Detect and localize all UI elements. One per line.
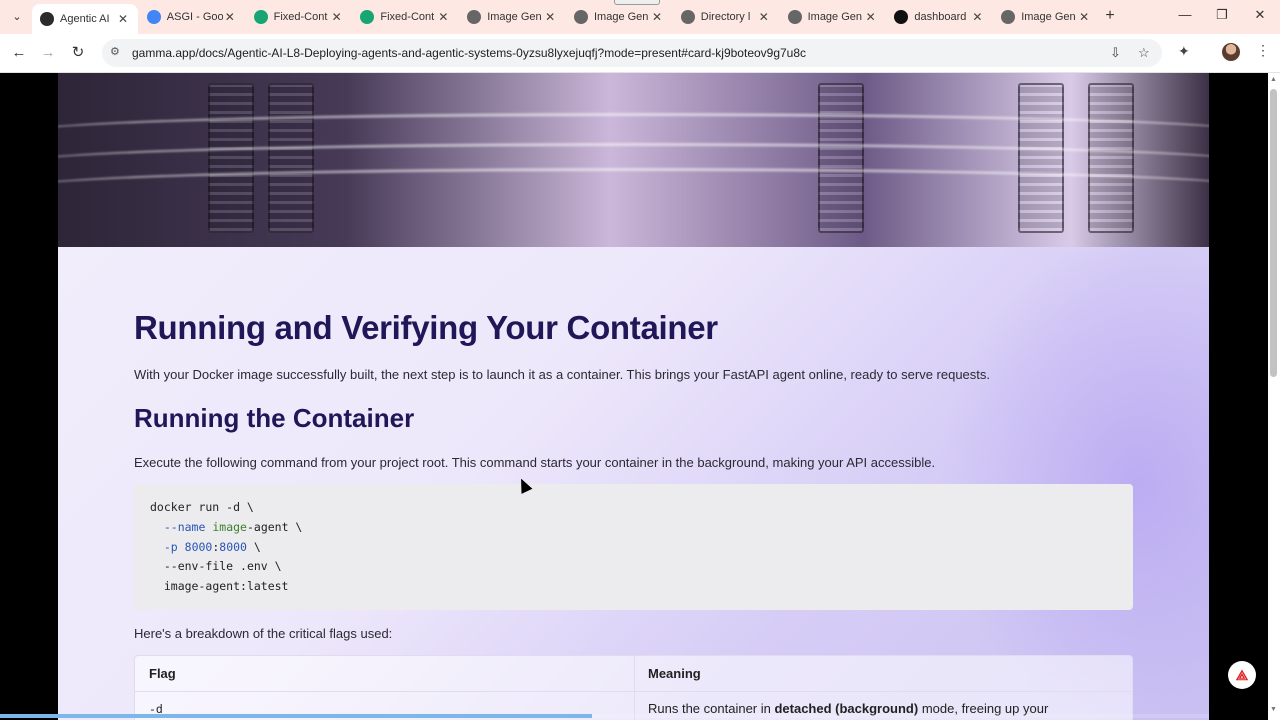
- extensions-puzzle-icon[interactable]: ✦: [1178, 43, 1190, 60]
- code-string: image: [212, 519, 247, 534]
- tab-close-icon[interactable]: ✕: [543, 10, 557, 24]
- table-header-flag: Flag: [149, 666, 176, 681]
- tab-close-icon[interactable]: ✕: [436, 10, 450, 24]
- code-line: docker run -d \: [150, 500, 1117, 520]
- browser-tab[interactable]: Fixed-Cont ✕: [246, 4, 352, 30]
- presentation-progress-bar: [0, 714, 1209, 718]
- forward-arrow-icon[interactable]: →: [38, 43, 58, 63]
- app-icon: [360, 10, 375, 24]
- page-title: Running and Verifying Your Container: [134, 309, 718, 346]
- address-bar[interactable]: ⚙ gamma.app/docs/Agentic-AI-L8-Deploying…: [102, 39, 1162, 67]
- code-line: --env-file .env \: [150, 559, 1117, 579]
- reload-icon[interactable]: ↻: [68, 43, 88, 63]
- browser-tab[interactable]: Image Gen ✕: [780, 4, 886, 30]
- browser-tab[interactable]: ASGI - Goo ✕: [139, 4, 245, 30]
- profile-avatar[interactable]: [1222, 43, 1240, 61]
- light-streak: [58, 168, 1209, 208]
- table-header-meaning: Meaning: [648, 666, 701, 681]
- flags-table: Flag Meaning -d Runs the container in de…: [134, 655, 1133, 720]
- tab-title: ASGI - Goo: [166, 11, 223, 23]
- background-glow: [938, 233, 1209, 720]
- pdf-export-icon[interactable]: ⟁: [1228, 661, 1256, 689]
- bookmark-star-icon[interactable]: ☆: [1138, 45, 1150, 61]
- browser-tab[interactable]: Image Gen ✕: [459, 4, 565, 30]
- globe-icon: [467, 10, 482, 24]
- code-number: 8000: [184, 539, 213, 554]
- code-text: docker run -d \: [150, 500, 254, 514]
- code-text: \: [246, 539, 261, 554]
- site-info-icon[interactable]: ⚙: [110, 45, 120, 58]
- code-line: image-agent:latest: [150, 579, 1117, 599]
- tab-title: Directory l: [700, 11, 751, 23]
- globe-icon: [680, 10, 695, 24]
- code-flag: --name: [163, 519, 206, 534]
- tab-title: Image Gen: [1021, 11, 1076, 23]
- tab-search-chevron-icon[interactable]: ⌄: [6, 7, 28, 27]
- tab-close-icon[interactable]: ✕: [116, 12, 130, 26]
- intro-paragraph: With your Docker image successfully buil…: [134, 367, 991, 382]
- tab-title: Fixed-Cont: [273, 11, 328, 23]
- install-app-icon[interactable]: ⇩: [1110, 45, 1121, 61]
- tab-close-icon[interactable]: ✕: [757, 10, 771, 24]
- code-text: image-agent:latest: [163, 579, 289, 594]
- tab-title: Image Gen: [807, 11, 863, 23]
- scrollbar-thumb[interactable]: [1270, 89, 1277, 377]
- globe-icon: [1001, 10, 1016, 24]
- browser-toolbar: ← → ↻ ⚙ gamma.app/docs/Agentic-AI-L8-Dep…: [0, 34, 1280, 73]
- browser-menu-icon[interactable]: ⋮: [1256, 42, 1270, 59]
- tab-title: dashboard: [914, 11, 967, 23]
- browser-tab[interactable]: Agentic AI ✕: [32, 4, 138, 34]
- code-line: --name image-agent \: [150, 520, 1117, 540]
- tab-close-icon[interactable]: ✕: [223, 10, 237, 24]
- drag-handle: [614, 0, 660, 5]
- tab-title: Agentic AI: [60, 13, 110, 25]
- code-line: -p 8000:8000 \: [150, 540, 1117, 560]
- globe-icon: [574, 10, 588, 24]
- back-arrow-icon[interactable]: ←: [9, 43, 29, 63]
- tab-close-icon[interactable]: ✕: [650, 10, 664, 24]
- instruction-paragraph: Execute the following command from your …: [134, 455, 936, 470]
- gamma-icon: [40, 12, 54, 26]
- browser-tab[interactable]: Fixed-Cont ✕: [352, 4, 458, 30]
- progress-fill: [0, 714, 593, 718]
- browser-tab[interactable]: Directory l ✕: [673, 4, 779, 30]
- google-icon: [146, 10, 161, 24]
- tab-title: Fixed-Cont: [380, 11, 435, 23]
- code-flag: -p: [163, 539, 185, 554]
- code-text: -agent \: [246, 519, 303, 534]
- scroll-down-arrow-icon[interactable]: ▼: [1270, 706, 1277, 713]
- app-icon: [253, 10, 268, 24]
- url-text: gamma.app/docs/Agentic-AI-L8-Deploying-a…: [132, 46, 807, 60]
- code-text: --env-file .env \: [163, 559, 282, 574]
- tab-close-icon[interactable]: ✕: [1077, 10, 1091, 24]
- tab-close-icon[interactable]: ✕: [330, 10, 344, 24]
- new-tab-plus-icon[interactable]: +: [1102, 7, 1118, 25]
- presentation-card: Running and Verifying Your Container Wit…: [58, 73, 1209, 720]
- tab-close-icon[interactable]: ✕: [864, 10, 878, 24]
- globe-icon: [787, 10, 802, 24]
- code-number: 8000: [219, 539, 247, 554]
- close-window-icon[interactable]: ✕: [1250, 7, 1270, 23]
- hero-image: [58, 73, 1209, 247]
- minimize-icon[interactable]: —: [1175, 7, 1195, 22]
- notion-icon: [894, 10, 909, 24]
- tab-title: Image Gen: [487, 11, 542, 23]
- restore-icon[interactable]: ❐: [1212, 7, 1232, 23]
- browser-tab[interactable]: Image Gen ✕: [993, 4, 1099, 30]
- browser-tab[interactable]: dashboard ✕: [886, 4, 992, 30]
- tab-title: Image Gen: [594, 11, 649, 23]
- page-viewport: Running and Verifying Your Container Wit…: [0, 73, 1280, 720]
- browser-chrome: ⌄ Agentic AI ✕ ASGI - Goo ✕ Fixed-Cont ✕ Fixed…: [0, 0, 1280, 73]
- scroll-up-arrow-icon[interactable]: ▲: [1270, 76, 1277, 83]
- tab-strip: ⌄ Agentic AI ✕ ASGI - Goo ✕ Fixed-Cont ✕ Fixed…: [0, 0, 1280, 34]
- section-heading: Running the Container: [134, 403, 415, 433]
- browser-tab[interactable]: Image Gen ✕: [566, 4, 672, 30]
- breakdown-paragraph: Here's a breakdown of the critical flags…: [134, 626, 393, 641]
- code-block[interactable]: docker run -d \ --name image-agent \ -p …: [134, 484, 1133, 610]
- tab-close-icon[interactable]: ✕: [970, 10, 984, 24]
